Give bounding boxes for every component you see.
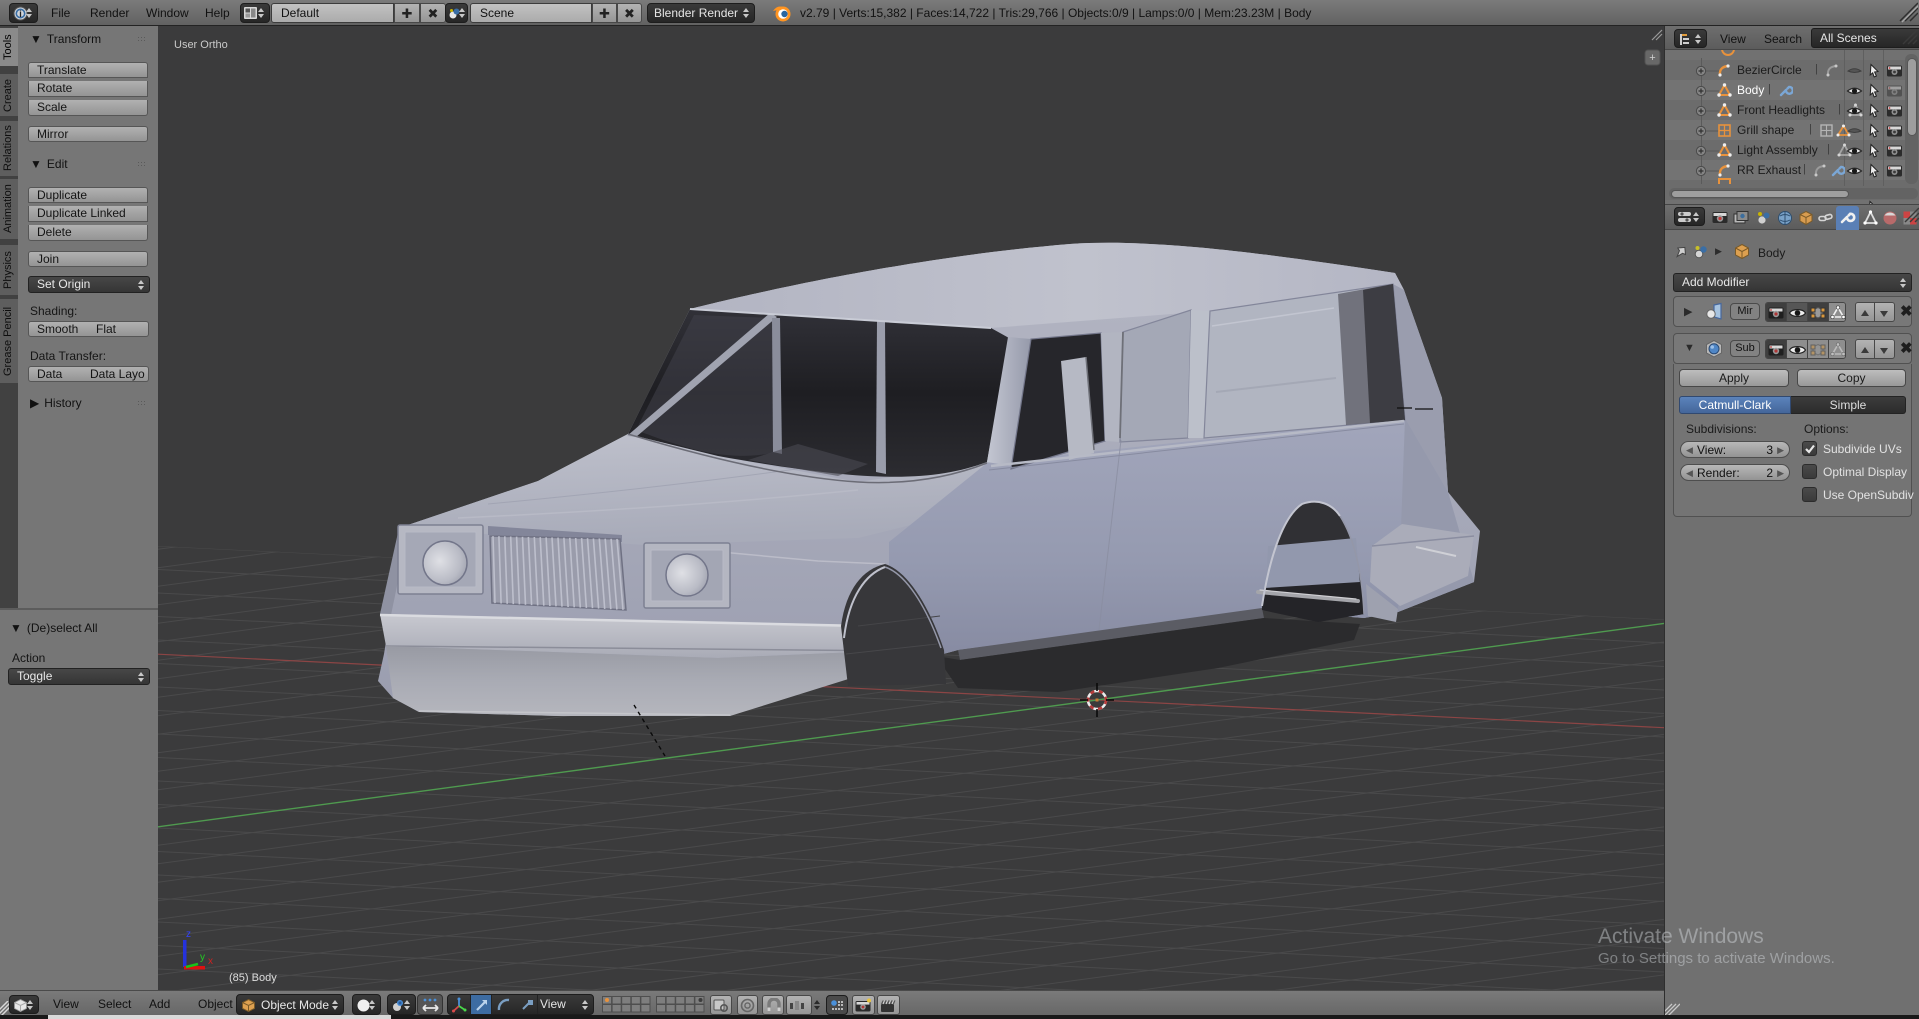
svg-text:y: y (200, 952, 205, 963)
svg-text:z: z (186, 929, 191, 940)
svg-text:+: + (1649, 52, 1655, 64)
svg-text:User Ortho: User Ortho (174, 39, 228, 51)
svg-text:x: x (208, 956, 213, 967)
svg-text:i: i (19, 9, 22, 19)
svg-text:(85) Body: (85) Body (229, 972, 277, 984)
